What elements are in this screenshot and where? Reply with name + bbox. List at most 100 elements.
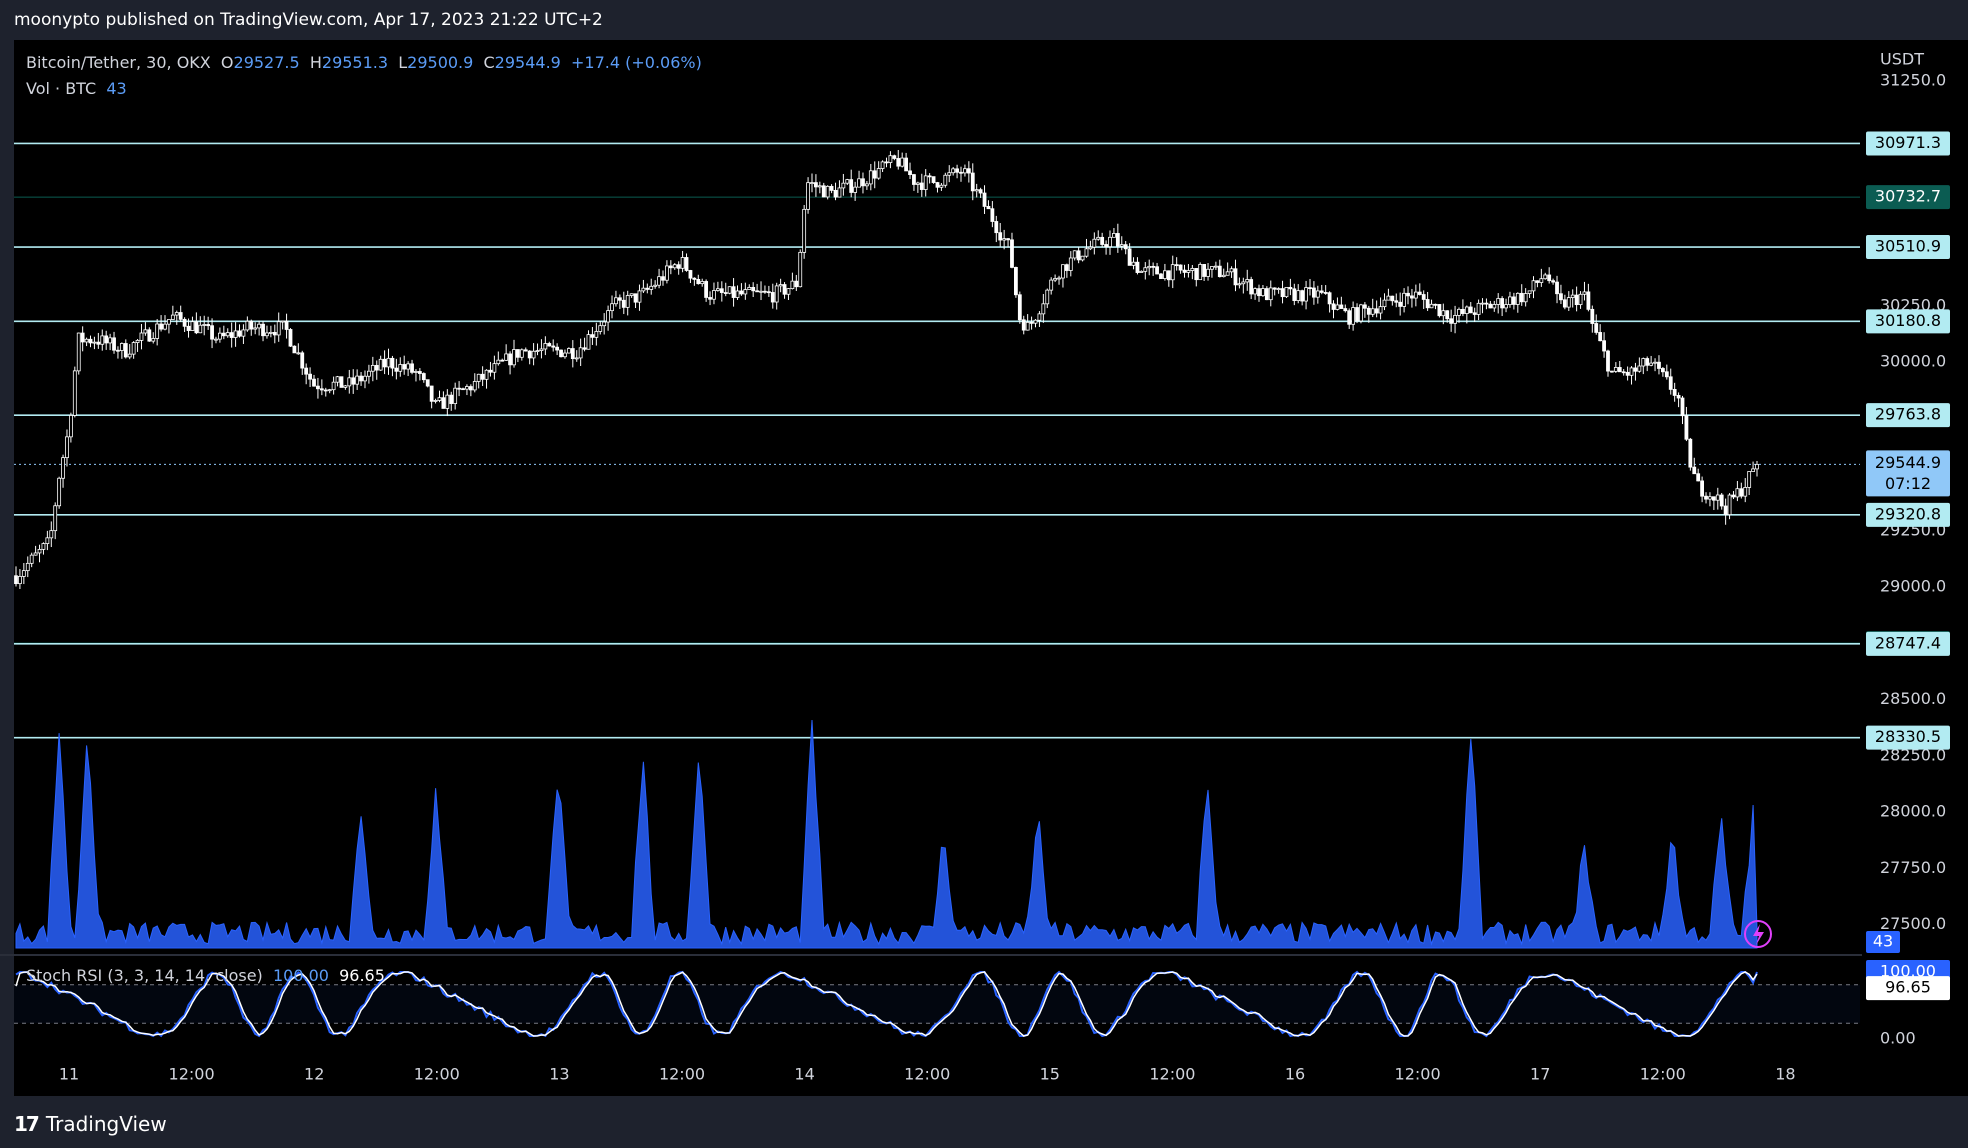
candle-body[interactable] bbox=[1711, 496, 1716, 501]
candle-body[interactable] bbox=[672, 264, 677, 269]
candle-body[interactable] bbox=[904, 157, 909, 172]
candle-body[interactable] bbox=[912, 174, 916, 185]
candle-body[interactable] bbox=[1566, 297, 1571, 308]
candle-body[interactable] bbox=[1323, 292, 1328, 294]
candle-body[interactable] bbox=[1727, 494, 1732, 516]
candle-body[interactable] bbox=[1606, 350, 1610, 372]
candle-body[interactable] bbox=[1398, 301, 1403, 307]
candle-body[interactable] bbox=[433, 400, 438, 402]
candle-body[interactable] bbox=[1578, 293, 1583, 306]
candle-body[interactable] bbox=[68, 415, 73, 438]
candle-body[interactable] bbox=[1410, 295, 1414, 299]
candle-body[interactable] bbox=[519, 349, 524, 358]
candle-body[interactable] bbox=[633, 293, 638, 303]
candle-body[interactable] bbox=[288, 329, 293, 347]
candle-body[interactable] bbox=[1653, 361, 1657, 364]
candle-body[interactable] bbox=[1049, 279, 1054, 291]
candle-body[interactable] bbox=[653, 284, 658, 287]
candle-body[interactable] bbox=[684, 257, 689, 271]
candle-body[interactable] bbox=[1641, 358, 1646, 367]
candle-body[interactable] bbox=[1378, 306, 1383, 314]
candle-body[interactable] bbox=[861, 178, 865, 187]
candle-body[interactable] bbox=[829, 185, 834, 191]
candle-body[interactable] bbox=[268, 332, 273, 334]
candle-body[interactable] bbox=[167, 319, 171, 325]
candle-body[interactable] bbox=[700, 281, 705, 285]
candle-body[interactable] bbox=[523, 349, 528, 352]
candle-body[interactable] bbox=[1406, 292, 1410, 297]
candle-body[interactable] bbox=[88, 338, 93, 344]
candle-body[interactable] bbox=[814, 182, 818, 188]
candle-body[interactable] bbox=[637, 290, 642, 303]
candle-body[interactable] bbox=[590, 334, 595, 338]
candle-body[interactable] bbox=[1425, 299, 1430, 309]
candle-body[interactable] bbox=[214, 338, 218, 341]
candle-body[interactable] bbox=[896, 158, 901, 167]
candle-body[interactable] bbox=[1155, 266, 1159, 275]
candle-body[interactable] bbox=[1496, 298, 1501, 305]
candle-body[interactable] bbox=[1182, 269, 1187, 273]
candle-body[interactable] bbox=[386, 357, 391, 368]
candle-body[interactable] bbox=[1445, 310, 1450, 320]
candle-body[interactable] bbox=[715, 288, 720, 291]
candle-body[interactable] bbox=[1080, 255, 1085, 261]
candle-body[interactable] bbox=[159, 323, 163, 330]
candle-body[interactable] bbox=[908, 170, 912, 175]
candle-body[interactable] bbox=[1515, 292, 1520, 305]
candle-body[interactable] bbox=[1433, 303, 1438, 306]
candle-body[interactable] bbox=[406, 363, 411, 370]
candle-body[interactable] bbox=[1370, 308, 1375, 315]
candle-body[interactable] bbox=[543, 343, 548, 350]
candle-body[interactable] bbox=[1441, 310, 1446, 317]
candle-body[interactable] bbox=[629, 293, 634, 296]
candle-body[interactable] bbox=[641, 287, 646, 292]
candle-body[interactable] bbox=[1061, 264, 1065, 279]
candle-body[interactable] bbox=[1292, 288, 1297, 301]
candle-body[interactable] bbox=[500, 359, 505, 362]
candle-body[interactable] bbox=[143, 329, 148, 334]
candle-body[interactable] bbox=[1198, 264, 1203, 281]
candle-body[interactable] bbox=[1163, 270, 1167, 279]
candle-body[interactable] bbox=[1543, 274, 1548, 280]
candle-body[interactable] bbox=[1308, 287, 1312, 290]
candle-body[interactable] bbox=[21, 570, 26, 577]
candle-body[interactable] bbox=[1249, 279, 1254, 295]
candle-body[interactable] bbox=[747, 286, 752, 290]
candle-body[interactable] bbox=[1684, 415, 1689, 440]
candle-body[interactable] bbox=[449, 394, 454, 404]
candle-body[interactable] bbox=[1602, 340, 1606, 352]
candle-body[interactable] bbox=[504, 353, 509, 361]
candle-body[interactable] bbox=[790, 280, 795, 290]
candle-body[interactable] bbox=[1178, 264, 1183, 271]
candle-body[interactable] bbox=[272, 332, 277, 336]
candle-body[interactable] bbox=[465, 386, 469, 390]
candle-body[interactable] bbox=[868, 170, 873, 185]
candle-body[interactable] bbox=[755, 290, 760, 293]
candle-body[interactable] bbox=[1104, 244, 1108, 248]
candle-body[interactable] bbox=[33, 552, 38, 556]
candle-body[interactable] bbox=[194, 321, 199, 334]
candle-body[interactable] bbox=[96, 341, 101, 345]
candle-body[interactable] bbox=[257, 323, 262, 329]
candle-body[interactable] bbox=[825, 185, 830, 198]
candle-body[interactable] bbox=[1072, 250, 1077, 259]
candle-body[interactable] bbox=[296, 352, 301, 355]
candle-body[interactable] bbox=[119, 343, 124, 351]
candle-body[interactable] bbox=[1194, 268, 1199, 281]
candle-body[interactable] bbox=[782, 284, 787, 295]
candle-body[interactable] bbox=[547, 343, 552, 347]
candle-body[interactable] bbox=[1637, 365, 1642, 372]
candle-body[interactable] bbox=[421, 373, 426, 381]
candle-body[interactable] bbox=[190, 321, 195, 331]
candle-body[interactable] bbox=[943, 174, 948, 186]
candle-body[interactable] bbox=[723, 292, 728, 294]
candle-body[interactable] bbox=[1021, 319, 1026, 331]
candle-body[interactable] bbox=[1633, 367, 1638, 372]
candle-body[interactable] bbox=[570, 348, 575, 359]
candle-body[interactable] bbox=[1210, 266, 1214, 270]
candle-body[interactable] bbox=[668, 265, 673, 269]
candle-body[interactable] bbox=[535, 350, 540, 352]
candle-body[interactable] bbox=[974, 189, 979, 192]
candle-body[interactable] bbox=[621, 299, 626, 308]
candle-body[interactable] bbox=[1092, 238, 1097, 248]
